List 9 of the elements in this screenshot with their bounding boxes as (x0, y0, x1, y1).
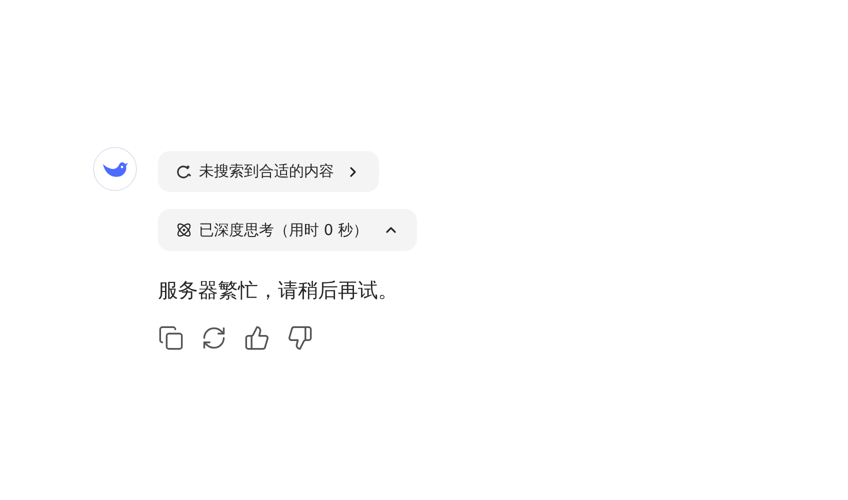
reply-text: 服务器繁忙，请稍后再试。 (158, 277, 398, 304)
regenerate-button[interactable] (201, 325, 227, 351)
like-button[interactable] (244, 325, 270, 351)
dislike-button[interactable] (287, 325, 313, 351)
thinking-toggle[interactable]: 已深度思考（用时 0 秒） (158, 209, 418, 251)
copy-button[interactable] (158, 325, 184, 351)
atom-icon (176, 222, 192, 238)
search-status-button[interactable]: 未搜索到合适的内容 (158, 151, 379, 192)
avatar-icon (93, 147, 137, 191)
